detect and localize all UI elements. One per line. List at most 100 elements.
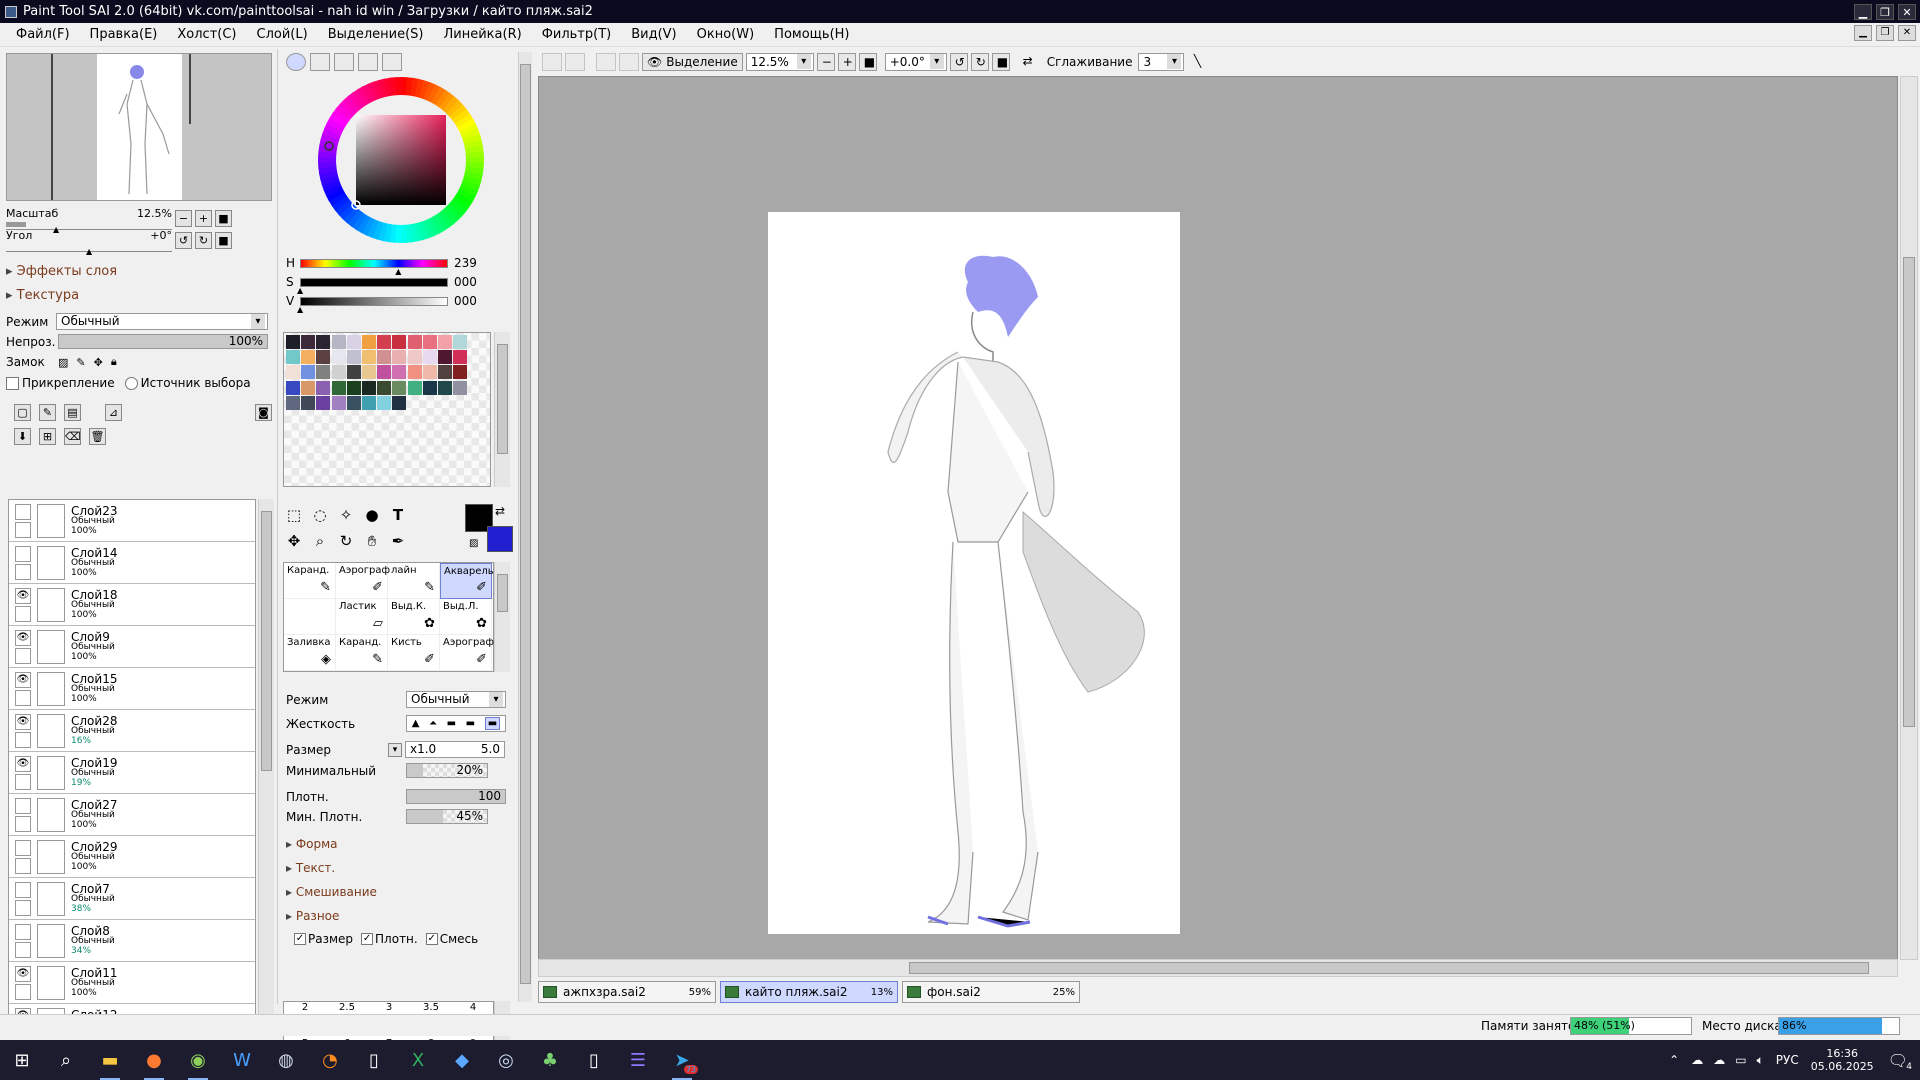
canvas-vscroll-thumb[interactable] [1903,257,1915,727]
color-swatch[interactable] [362,365,376,380]
hardness-5-icon[interactable]: ▬ [484,717,501,730]
toolbar-zoom-out-button[interactable]: − [816,53,835,71]
panel-scrollbar[interactable] [518,52,532,1002]
layer-visibility-toggle[interactable] [15,839,31,856]
color-swatch[interactable] [438,365,452,380]
color-swatch[interactable] [331,395,346,410]
document-canvas[interactable] [768,212,1180,934]
doc-close-button[interactable]: ✕ [1898,25,1916,41]
delete-layer-icon[interactable]: 🗑︎ [89,428,106,445]
opacity-slider[interactable]: 100% [58,334,268,349]
new-layer-icon[interactable]: ▢ [14,404,31,421]
explorer-icon[interactable]: ▬ [88,1040,132,1080]
color-swatch[interactable] [422,365,437,380]
rect-select-icon[interactable]: ⬚ [283,504,305,526]
brush-slot[interactable]: Каранд. ✎ [336,635,388,671]
color-swatch[interactable] [362,350,376,365]
color-swatch[interactable] [346,335,361,349]
canvas-vertical-scrollbar[interactable] [1900,76,1918,960]
lock-all-icon[interactable]: 🔒︎ [111,355,117,369]
swap-colors-icon[interactable]: ⇄ [495,504,505,518]
layer-visibility-toggle[interactable] [15,797,31,814]
zoom-in-button[interactable]: + [195,210,212,227]
color-swatch[interactable] [377,395,392,410]
size-field[interactable]: x1.0 5.0 [405,741,505,758]
layer-visibility-toggle[interactable]: 👁︎ [15,587,31,604]
brush-slot[interactable]: Выд.К. ✿ [388,599,440,635]
color-swatch[interactable] [438,380,452,395]
canvas-hscroll-thumb[interactable] [909,962,1869,974]
layer-visibility-toggle[interactable]: 👁︎ [15,965,31,982]
layer-visibility-toggle[interactable] [15,503,31,520]
color-swatch[interactable] [392,395,407,410]
misc-section[interactable]: Разное [286,909,340,923]
color-swatch[interactable] [422,335,437,349]
color-swatch[interactable] [316,380,331,395]
layer-visibility-toggle[interactable] [15,881,31,898]
color-swatch[interactable] [377,335,392,349]
color-swatch[interactable] [407,350,422,365]
color-swatch[interactable] [301,395,316,410]
size-dropdown-icon[interactable]: ▾ [388,742,402,757]
notes-icon[interactable]: ☰ [616,1040,660,1080]
layer-row[interactable]: Слой23 Обычный 100% [9,500,255,542]
layer-mask-icon[interactable]: ◙ [255,404,272,421]
texture-section[interactable]: Текстура [6,288,79,303]
color-wheel[interactable] [318,77,484,243]
color-swatch[interactable] [453,335,468,349]
color-swatch[interactable] [301,380,316,395]
layer-link-toggle[interactable] [15,815,31,832]
menu-help[interactable]: Помощь(H) [766,27,861,42]
layer-link-toggle[interactable] [15,773,31,790]
document-tab[interactable]: ажпхзра.sai2 59% [538,981,716,1003]
layer-row[interactable]: 👁︎ Слой19 Обычный 19% [9,752,255,794]
color-swatch[interactable] [407,380,422,395]
maximize-button[interactable]: ❐ [1876,3,1894,20]
layer-row[interactable]: 👁︎ Слой9 Обычный 100% [9,626,255,668]
angle-select[interactable]: +0.0° [884,53,947,71]
color-swatch[interactable] [286,380,300,395]
color-swatch[interactable] [377,350,392,365]
brush-slot[interactable]: Аэрограф ✐ [440,635,494,671]
redo-button[interactable] [565,53,585,71]
color-swatch[interactable] [392,380,407,395]
toolbar-rotate-reset-button[interactable]: ■ [991,53,1010,71]
invert-select-button[interactable] [619,53,639,71]
hand-tool-icon[interactable]: ✋︎ [361,530,383,552]
layer-row[interactable]: 👁︎ Слой28 Обычный 16% [9,710,255,752]
layer-visibility-toggle[interactable] [15,923,31,940]
brush-slot[interactable]: Кисть ✐ [388,635,440,671]
lock-move-icon[interactable]: ✥ [94,356,103,369]
lasso-icon[interactable]: ◌ [309,504,331,526]
transfer-down-icon[interactable]: ⬇ [14,428,31,445]
menu-file[interactable]: Файл(F) [8,27,82,42]
value-slider[interactable]: ▲ [297,296,448,314]
color-swatch[interactable] [377,365,392,380]
lock-transparency-icon[interactable]: ▨ [58,356,68,369]
layer-link-toggle[interactable] [15,941,31,958]
brush-slot[interactable]: Каранд. ✎ [284,563,336,599]
color-swatch[interactable] [331,380,346,395]
brush-slot[interactable]: Акварель ✐ [440,563,494,599]
layer-visibility-toggle[interactable]: 👁︎ [15,629,31,646]
color-swatch[interactable] [346,380,361,395]
color-swatch[interactable] [346,395,361,410]
smoothing-select[interactable]: 3 [1138,53,1185,71]
layer-link-toggle[interactable] [15,857,31,874]
color-swatch[interactable] [392,335,407,349]
toolbar-rotate-left-button[interactable]: ↺ [949,53,968,71]
document-tab[interactable]: фон.sai2 25% [902,981,1080,1003]
min-density-slider[interactable]: 45% [406,809,488,824]
deselect-button[interactable] [596,53,616,71]
color-swatch[interactable] [286,365,300,380]
blend-mode-select[interactable]: Обычный [56,313,268,330]
rgb-slider-tab[interactable] [310,53,330,71]
layer-link-toggle[interactable] [15,563,31,580]
menu-layer[interactable]: Слой(L) [249,27,320,42]
color-swatch[interactable] [316,335,331,349]
selection-visibility-toggle[interactable]: 👁︎ Выделение [642,53,743,71]
color-swatch[interactable] [407,365,422,380]
brush-slot[interactable]: Заливка ◈ [284,635,336,671]
color-swatch[interactable] [392,350,407,365]
rotate-tool-icon[interactable]: ↻ [335,530,357,552]
